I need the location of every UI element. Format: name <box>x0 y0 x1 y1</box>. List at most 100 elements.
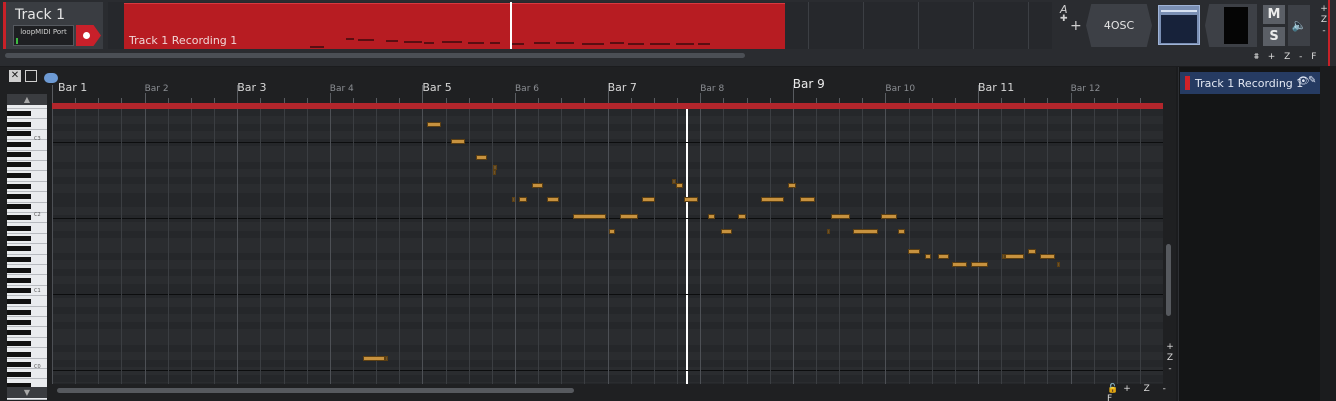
playhead[interactable] <box>686 109 689 384</box>
chevron-down-icon[interactable]: ▼ <box>7 387 47 398</box>
midi-note[interactable] <box>1028 249 1036 254</box>
midi-note[interactable] <box>427 122 441 127</box>
zoom-in-button[interactable]: + <box>1314 4 1334 15</box>
midi-note[interactable] <box>788 183 796 188</box>
horizontal-zoom-controls[interactable]: 🔓+ Z - F <box>1107 384 1176 401</box>
vzoom-button[interactable]: Z <box>1166 353 1174 364</box>
black-key[interactable] <box>7 226 31 231</box>
black-key[interactable] <box>7 173 31 178</box>
black-key[interactable] <box>7 215 31 220</box>
bar-ruler[interactable]: Bar 1 Bar 2 Bar 3 Bar 4 Bar 5 Bar 6 Bar 7 Bar 8… <box>52 67 1163 104</box>
timeline-zoom-label[interactable]: + Z - F <box>1268 52 1320 62</box>
automation-controls[interactable]: A ✚ + <box>1055 2 1085 49</box>
midi-note[interactable] <box>898 229 905 234</box>
black-key[interactable] <box>7 330 31 335</box>
zoom-button[interactable]: Z <box>1314 15 1334 26</box>
vzoom-in-button[interactable]: + <box>1166 342 1174 353</box>
chevron-up-icon[interactable]: ▲ <box>7 94 47 105</box>
black-key[interactable] <box>7 194 31 199</box>
black-key[interactable] <box>7 131 31 136</box>
black-key[interactable] <box>7 236 31 241</box>
midi-note[interactable] <box>952 262 967 267</box>
track-zoom-controls[interactable]: + Z - <box>1314 4 1334 37</box>
mute-button[interactable]: M <box>1263 5 1285 24</box>
waveform-icon[interactable]: ⩩ <box>1254 52 1262 62</box>
playhead-track[interactable] <box>510 2 512 49</box>
zoom-out-button[interactable]: - <box>1314 26 1334 37</box>
solo-button[interactable]: S <box>1263 27 1285 46</box>
float-window-icon[interactable] <box>25 70 37 82</box>
lock-icon[interactable]: 🔓 <box>1107 384 1123 394</box>
midi-note[interactable] <box>1057 262 1060 267</box>
close-icon[interactable]: ✕ <box>9 70 21 82</box>
black-key[interactable] <box>7 184 31 189</box>
midi-note[interactable] <box>708 214 715 219</box>
black-key[interactable] <box>7 352 31 357</box>
horizontal-scrollbar[interactable] <box>57 388 574 393</box>
midi-note[interactable] <box>831 214 850 219</box>
black-key[interactable] <box>7 152 31 157</box>
midi-note[interactable] <box>363 356 385 361</box>
loop-start-marker[interactable] <box>44 73 58 83</box>
midi-note[interactable] <box>925 254 931 259</box>
timeline-scrollbar[interactable] <box>5 53 745 58</box>
black-key[interactable] <box>7 288 31 293</box>
midi-note[interactable] <box>908 249 920 254</box>
timeline-zoom-controls[interactable]: ⩩ + Z - F <box>1254 52 1319 62</box>
midi-note[interactable] <box>800 197 815 202</box>
midi-note[interactable] <box>573 214 606 219</box>
midi-note[interactable] <box>451 139 465 144</box>
midi-note[interactable] <box>476 155 487 160</box>
black-key[interactable] <box>7 299 31 304</box>
midi-note[interactable] <box>609 229 615 234</box>
black-key[interactable] <box>7 204 31 209</box>
black-key[interactable] <box>7 246 31 251</box>
vertical-zoom-controls[interactable]: + Z - <box>1166 342 1174 375</box>
speaker-icon[interactable]: 🔈 <box>1288 5 1310 46</box>
midi-note[interactable] <box>620 214 638 219</box>
black-key[interactable] <box>7 268 31 273</box>
midi-input-selector[interactable]: loopMIDI Port <box>13 25 74 46</box>
track-name[interactable]: Track 1 <box>15 7 65 23</box>
black-key[interactable] <box>7 341 31 346</box>
midi-note[interactable] <box>385 356 388 361</box>
pencil-icon[interactable]: ✎ <box>1308 75 1316 86</box>
black-key[interactable] <box>7 122 31 127</box>
midi-note[interactable] <box>938 254 949 259</box>
vertical-scrollbar[interactable] <box>1166 244 1171 316</box>
midi-note[interactable] <box>684 197 698 202</box>
midi-note[interactable] <box>881 214 897 219</box>
midi-note[interactable] <box>1040 254 1055 259</box>
midi-note[interactable] <box>761 197 784 202</box>
black-key[interactable] <box>7 111 31 116</box>
black-key[interactable] <box>7 278 31 283</box>
midi-note[interactable] <box>971 262 988 267</box>
midi-note[interactable] <box>493 170 496 175</box>
black-key[interactable] <box>7 142 31 147</box>
vzoom-out-button[interactable]: - <box>1166 364 1174 375</box>
midi-note[interactable] <box>853 229 878 234</box>
note-grid[interactable] <box>52 109 1163 384</box>
black-key[interactable] <box>7 362 31 367</box>
black-key[interactable] <box>7 320 31 325</box>
midi-note[interactable] <box>519 197 527 202</box>
black-key[interactable] <box>7 310 31 315</box>
black-key[interactable] <box>7 372 31 377</box>
add-plugin-button[interactable]: + <box>1070 18 1082 34</box>
midi-note[interactable] <box>676 183 683 188</box>
midi-note[interactable] <box>512 197 515 202</box>
automation-add-icon[interactable]: ✚ <box>1060 14 1068 24</box>
plugin-thumbnail[interactable] <box>1158 5 1200 45</box>
midi-note[interactable] <box>642 197 655 202</box>
piano-keyboard[interactable]: C3 C2 C1 C0 <box>7 94 47 401</box>
midi-note[interactable] <box>1005 254 1024 259</box>
black-key[interactable] <box>7 257 31 262</box>
plugin-4osc[interactable]: 4OSC <box>1086 4 1152 47</box>
midi-note[interactable] <box>738 214 746 219</box>
midi-note[interactable] <box>721 229 732 234</box>
midi-note[interactable] <box>532 183 543 188</box>
black-key[interactable] <box>7 162 31 167</box>
midi-note[interactable] <box>827 229 830 234</box>
clip-list-item[interactable]: Track 1 Recording 1 👁 ✎ <box>1180 72 1320 94</box>
midi-note[interactable] <box>547 197 559 202</box>
